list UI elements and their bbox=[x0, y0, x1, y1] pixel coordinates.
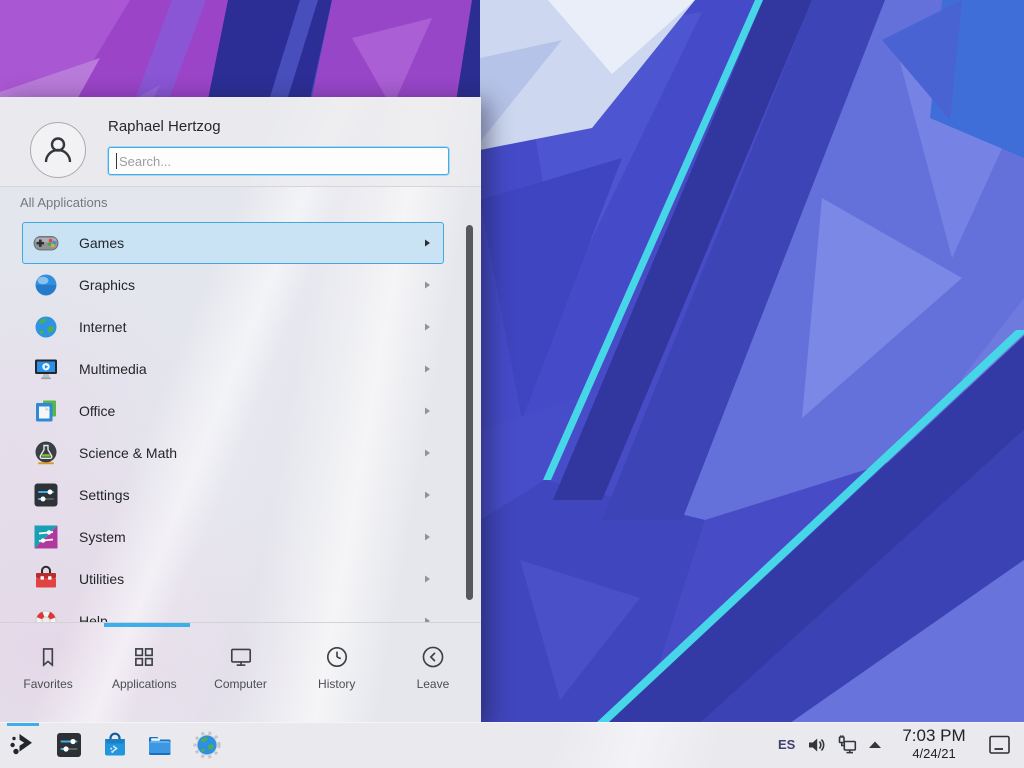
submenu-arrow-icon bbox=[422, 406, 432, 416]
computer-icon bbox=[228, 644, 254, 670]
leave-icon bbox=[420, 644, 446, 670]
menu-item-multimedia[interactable]: Multimedia bbox=[22, 348, 444, 390]
system-settings-task-icon[interactable] bbox=[54, 730, 84, 760]
office-icon bbox=[32, 397, 60, 425]
favorites-icon bbox=[35, 644, 61, 670]
menu-item-office[interactable]: Office bbox=[22, 390, 444, 432]
web-browser-task-icon[interactable] bbox=[192, 730, 222, 760]
submenu-arrow-icon bbox=[422, 280, 432, 290]
menu-item-science-math[interactable]: Science & Math bbox=[22, 432, 444, 474]
network-icon[interactable] bbox=[836, 734, 858, 756]
show-desktop-button[interactable] bbox=[988, 734, 1012, 756]
digital-clock[interactable]: 7:03 PM 4/24/21 bbox=[891, 726, 977, 761]
launcher-active-indicator bbox=[7, 723, 39, 726]
menu-item-label: Settings bbox=[79, 487, 422, 503]
menu-item-label: Multimedia bbox=[79, 361, 422, 377]
graphics-icon bbox=[32, 271, 60, 299]
user-avatar[interactable] bbox=[30, 122, 86, 178]
section-label: All Applications bbox=[20, 195, 107, 210]
tab-label: Leave bbox=[417, 677, 450, 691]
menu-item-system[interactable]: System bbox=[22, 516, 444, 558]
submenu-arrow-icon bbox=[422, 532, 432, 542]
menu-item-label: Utilities bbox=[79, 571, 422, 587]
list-scrollbar[interactable] bbox=[466, 225, 473, 600]
launcher-tabbar: Favorites Applications C bbox=[0, 630, 481, 723]
active-tab-indicator bbox=[104, 623, 190, 627]
search-field-wrap bbox=[108, 147, 449, 175]
clock-time: 7:03 PM bbox=[891, 726, 977, 746]
tab-applications[interactable]: Applications bbox=[96, 630, 192, 723]
menu-item-help[interactable]: Help bbox=[22, 600, 444, 622]
application-category-list: Games Graphics bbox=[0, 222, 481, 622]
menu-item-utilities[interactable]: Utilities bbox=[22, 558, 444, 600]
volume-icon[interactable] bbox=[806, 734, 828, 756]
application-launcher-panel: Raphael Hertzog All Applications bbox=[0, 97, 481, 723]
tab-label: Computer bbox=[214, 677, 267, 691]
expand-tray-icon[interactable] bbox=[864, 734, 886, 756]
menu-item-label: Internet bbox=[79, 319, 422, 335]
user-name: Raphael Hertzog bbox=[108, 118, 221, 135]
menu-item-label: Help bbox=[79, 613, 422, 622]
application-launcher-button[interactable] bbox=[7, 730, 37, 760]
menu-item-label: Graphics bbox=[79, 277, 422, 293]
settings-icon bbox=[32, 481, 60, 509]
applications-icon bbox=[131, 644, 157, 670]
menu-item-graphics[interactable]: Graphics bbox=[22, 264, 444, 306]
menu-item-games[interactable]: Games bbox=[22, 222, 444, 264]
tab-label: History bbox=[318, 677, 355, 691]
tab-label: Favorites bbox=[23, 677, 72, 691]
tabbar-divider bbox=[0, 622, 481, 623]
internet-icon bbox=[32, 313, 60, 341]
menu-item-settings[interactable]: Settings bbox=[22, 474, 444, 516]
menu-item-label: Games bbox=[79, 235, 422, 251]
submenu-arrow-icon bbox=[422, 364, 432, 374]
submenu-arrow-icon bbox=[422, 490, 432, 500]
taskbar: ES 7:03 PM 4/24/2 bbox=[0, 722, 1024, 768]
multimedia-icon bbox=[32, 355, 60, 383]
tab-leave[interactable]: Leave bbox=[385, 630, 481, 723]
desktop: Raphael Hertzog All Applications bbox=[0, 0, 1024, 768]
menu-item-label: Science & Math bbox=[79, 445, 422, 461]
games-icon bbox=[32, 229, 60, 257]
tab-history[interactable]: History bbox=[289, 630, 385, 723]
submenu-arrow-icon bbox=[422, 448, 432, 458]
tab-label: Applications bbox=[112, 677, 177, 691]
discover-task-icon[interactable] bbox=[100, 730, 130, 760]
tab-computer[interactable]: Computer bbox=[192, 630, 288, 723]
file-manager-task-icon[interactable] bbox=[145, 730, 175, 760]
menu-item-label: System bbox=[79, 529, 422, 545]
tab-favorites[interactable]: Favorites bbox=[0, 630, 96, 723]
launcher-header: Raphael Hertzog bbox=[0, 97, 481, 187]
menu-item-internet[interactable]: Internet bbox=[22, 306, 444, 348]
submenu-arrow-icon bbox=[422, 574, 432, 584]
keyboard-layout-indicator[interactable]: ES bbox=[778, 737, 795, 752]
menu-item-label: Office bbox=[79, 403, 422, 419]
utilities-icon bbox=[32, 565, 60, 593]
help-icon bbox=[32, 607, 60, 622]
text-caret bbox=[116, 153, 117, 169]
history-icon bbox=[324, 644, 350, 670]
system-icon bbox=[32, 523, 60, 551]
submenu-arrow-icon bbox=[422, 238, 432, 248]
science-icon bbox=[32, 439, 60, 467]
search-input[interactable] bbox=[108, 147, 449, 175]
clock-date: 4/24/21 bbox=[891, 746, 977, 761]
submenu-arrow-icon bbox=[422, 322, 432, 332]
